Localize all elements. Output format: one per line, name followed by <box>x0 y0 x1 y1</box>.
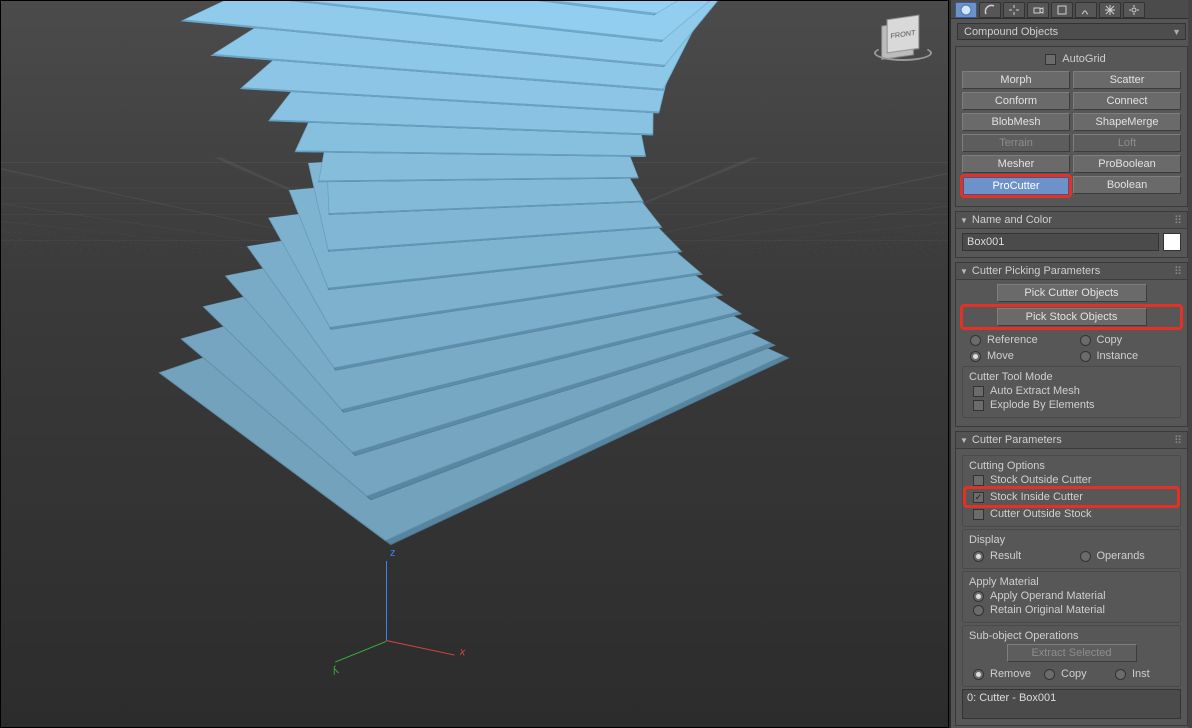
clone-reference-radio[interactable]: Reference <box>970 334 1072 346</box>
asterisk-icon <box>1104 4 1116 16</box>
object-type-procutter-button[interactable]: ProCutter <box>963 177 1069 195</box>
pick-cutter-button[interactable]: Pick Cutter Objects <box>997 284 1147 302</box>
retain-original-material-radio[interactable]: Retain Original Material <box>973 604 1178 616</box>
operands-listbox[interactable]: 0: Cutter - Box001 <box>962 689 1181 719</box>
object-type-proboolean-button[interactable]: ProBoolean <box>1073 155 1181 173</box>
helper-icon <box>1056 4 1068 16</box>
pick-stock-button[interactable]: Pick Stock Objects <box>997 308 1147 326</box>
tab-motion[interactable] <box>1027 2 1049 18</box>
clone-copy-radio[interactable]: Copy <box>1080 334 1182 346</box>
drag-handle-icon[interactable]: ⠿ <box>1174 214 1183 227</box>
collapse-icon: ▼ <box>960 267 968 276</box>
drag-handle-icon[interactable]: ⠿ <box>1174 434 1183 447</box>
tab-modify[interactable] <box>979 2 1001 18</box>
rollout-title: Cutter Parameters <box>972 434 1062 446</box>
camera-icon <box>1032 4 1044 16</box>
rollout-cutter-picking: ▼ Cutter Picking Parameters ⠿ Pick Cutte… <box>955 262 1188 427</box>
command-panel: Compound Objects ▼ AutoGrid MorphScatter… <box>949 0 1192 728</box>
auto-extract-checkbox[interactable]: Auto Extract Mesh <box>973 385 1178 397</box>
rollout-title: Cutter Picking Parameters <box>972 265 1100 277</box>
apply-operand-material-radio[interactable]: Apply Operand Material <box>973 590 1178 602</box>
tab-display[interactable] <box>1051 2 1073 18</box>
subobj-remove-radio[interactable]: Remove <box>973 668 1036 680</box>
spring-icon <box>1080 4 1092 16</box>
apply-material-group: Apply Material Apply Operand Material Re… <box>962 571 1181 623</box>
subobject-ops-group: Sub-object Operations Extract Selected R… <box>962 625 1181 687</box>
rollout-header-cutter-params[interactable]: ▼ Cutter Parameters ⠿ <box>956 432 1187 449</box>
object-type-shapemerge-button[interactable]: ShapeMerge <box>1073 113 1181 131</box>
subobj-copy-radio[interactable]: Copy <box>1044 668 1107 680</box>
object-type-terrain-button[interactable]: Terrain <box>962 134 1070 152</box>
autogrid-label: AutoGrid <box>1062 53 1105 65</box>
operands-list-item[interactable]: 0: Cutter - Box001 <box>967 692 1176 704</box>
object-color-swatch[interactable] <box>1163 233 1181 251</box>
pick-stock-highlight: Pick Stock Objects <box>962 306 1181 328</box>
stock-inside-highlight: Stock Inside Cutter <box>965 488 1178 506</box>
viewcube-ring-icon[interactable] <box>874 45 932 61</box>
object-type-connect-button[interactable]: Connect <box>1073 92 1181 110</box>
group-label: Sub-object Operations <box>969 630 1178 642</box>
tab-hierarchy[interactable] <box>1003 2 1025 18</box>
axis-gizmo <box>386 561 466 641</box>
rollout-object-type: AutoGrid MorphScatterConformConnectBlobM… <box>955 46 1188 207</box>
group-label: Cutting Options <box>969 460 1178 472</box>
rollout-header-cutter-picking[interactable]: ▼ Cutter Picking Parameters ⠿ <box>956 263 1187 280</box>
rollout-name-color: ▼ Name and Color ⠿ <box>955 211 1188 258</box>
category-dropdown[interactable]: Compound Objects ▼ <box>957 23 1186 40</box>
cutting-options-group: Cutting Options Stock Outside Cutter Sto… <box>962 455 1181 527</box>
object-type-boolean-button[interactable]: Boolean <box>1073 176 1181 194</box>
object-type-grid: MorphScatterConformConnectBlobMeshShapeM… <box>962 67 1181 200</box>
tab-settings[interactable] <box>1123 2 1145 18</box>
display-operands-radio[interactable]: Operands <box>1080 550 1179 562</box>
stock-inside-cutter-checkbox[interactable]: Stock Inside Cutter <box>973 491 1178 503</box>
collapse-icon: ▼ <box>960 436 968 445</box>
clone-move-radio[interactable]: Move <box>970 350 1072 362</box>
group-label: Apply Material <box>969 576 1178 588</box>
category-dropdown-label: Compound Objects <box>964 26 1058 38</box>
drag-handle-icon[interactable]: ⠿ <box>1174 265 1183 278</box>
clone-instance-radio[interactable]: Instance <box>1080 350 1182 362</box>
stock-outside-cutter-checkbox[interactable]: Stock Outside Cutter <box>973 474 1178 486</box>
object-type-morph-button[interactable]: Morph <box>962 71 1070 89</box>
object-type-scatter-button[interactable]: Scatter <box>1073 71 1181 89</box>
rollout-header-name-color[interactable]: ▼ Name and Color ⠿ <box>956 212 1187 229</box>
display-result-radio[interactable]: Result <box>973 550 1072 562</box>
subobj-inst-radio[interactable]: Inst <box>1115 668 1178 680</box>
object-type-loft-button[interactable]: Loft <box>1073 134 1181 152</box>
viewcube[interactable]: FRONT <box>872 3 934 65</box>
command-panel-tabs <box>951 0 1192 19</box>
rollout-title: Name and Color <box>972 214 1052 226</box>
viewport[interactable]: FRONT <box>0 0 949 728</box>
axis-z-icon <box>386 561 387 641</box>
group-label: Cutter Tool Mode <box>969 371 1178 383</box>
autogrid-checkbox[interactable]: AutoGrid <box>1045 53 1105 65</box>
object-name-input[interactable] <box>962 233 1159 251</box>
sphere-icon <box>960 4 972 16</box>
display-group: Display Result Operands <box>962 529 1181 569</box>
extract-selected-button[interactable]: Extract Selected <box>1007 644 1137 662</box>
explode-checkbox[interactable]: Explode By Elements <box>973 399 1178 411</box>
object-type-mesher-button[interactable]: Mesher <box>962 155 1070 173</box>
object-type-conform-button[interactable]: Conform <box>962 92 1070 110</box>
procutter-highlight: ProCutter <box>962 176 1070 196</box>
rollout-cutter-params: ▼ Cutter Parameters ⠿ Cutting Options St… <box>955 431 1188 726</box>
cutter-tool-mode-group: Cutter Tool Mode Auto Extract Mesh Explo… <box>962 366 1181 418</box>
group-label: Display <box>969 534 1178 546</box>
collapse-icon: ▼ <box>960 216 968 225</box>
gear-icon <box>1128 4 1140 16</box>
cutter-outside-stock-checkbox[interactable]: Cutter Outside Stock <box>973 508 1178 520</box>
app-root: FRONT <box>0 0 1192 728</box>
object-type-blobmesh-button[interactable]: BlobMesh <box>962 113 1070 131</box>
light-icon <box>1008 4 1020 16</box>
tab-systems[interactable] <box>1099 2 1121 18</box>
arc-icon <box>984 4 996 16</box>
tab-utilities[interactable] <box>1075 2 1097 18</box>
tab-create[interactable] <box>955 2 977 18</box>
chevron-down-icon: ▼ <box>1172 27 1181 37</box>
